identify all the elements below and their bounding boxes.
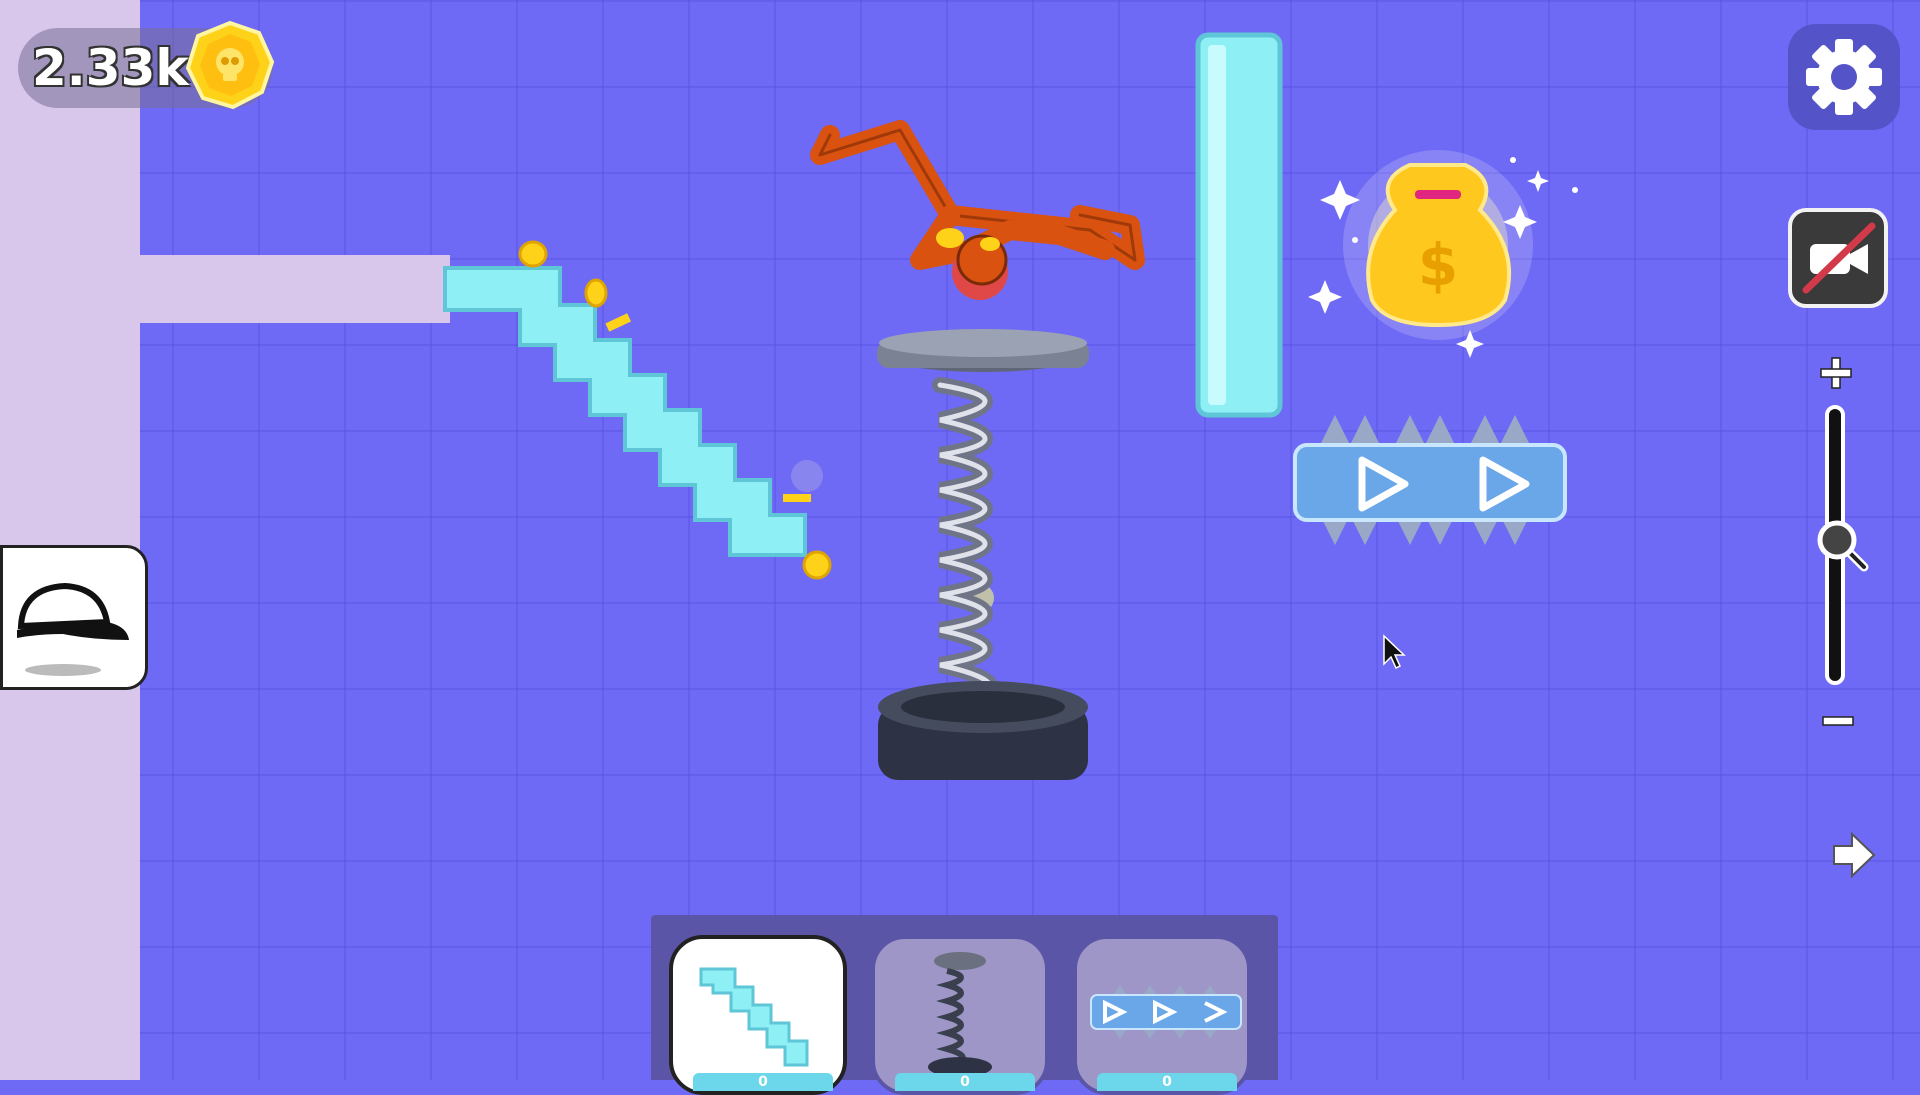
toolbar-slot-spring[interactable]: 0 [871,935,1049,1095]
zoom-in-button[interactable] [1818,355,1854,391]
spring-obstacle[interactable] [877,329,1089,780]
ragdoll-character [810,120,1145,300]
stairs-obstacle[interactable] [443,266,807,557]
skull-coin-icon [185,20,275,110]
zoom-out-button[interactable] [1822,712,1854,726]
stairs-count: 0 [758,1074,768,1090]
minus-icon [1822,716,1854,726]
camera-off-icon [1802,222,1876,294]
arrow-right-icon [1833,831,1876,879]
conveyor-count-bar: 0 [1097,1073,1237,1091]
money-bag-goal: $ [1308,150,1578,358]
stairs-icon [699,967,809,1067]
gear-icon [1806,39,1882,115]
svg-text:$: $ [1418,231,1458,299]
camera-toggle-button[interactable] [1788,208,1888,308]
stairs-count-bar: 0 [693,1073,833,1091]
conveyor-count: 0 [1162,1074,1172,1090]
coin-count: 2.33k [32,39,189,97]
settings-button[interactable] [1788,24,1900,130]
spiked-conveyor-obstacle[interactable] [1293,415,1567,545]
magnifier-icon [1817,520,1869,572]
mouse-cursor [1383,634,1406,670]
spring-count-bar: 0 [895,1073,1035,1091]
cap-icon [17,582,129,676]
cosmetics-button[interactable] [0,545,148,690]
next-button[interactable] [1828,830,1878,880]
spring-count: 0 [960,1074,970,1090]
conveyor-icon [1090,985,1242,1039]
toolbar-slot-stairs[interactable]: 0 [669,935,847,1095]
spring-icon [928,952,992,1077]
plus-icon [1820,357,1852,389]
item-toolbar: 0 0 0 [651,915,1278,1095]
ice-pillar [1195,32,1283,418]
toolbar-slot-conveyor[interactable]: 0 [1073,935,1251,1095]
zoom-slider-handle[interactable] [1812,515,1872,575]
